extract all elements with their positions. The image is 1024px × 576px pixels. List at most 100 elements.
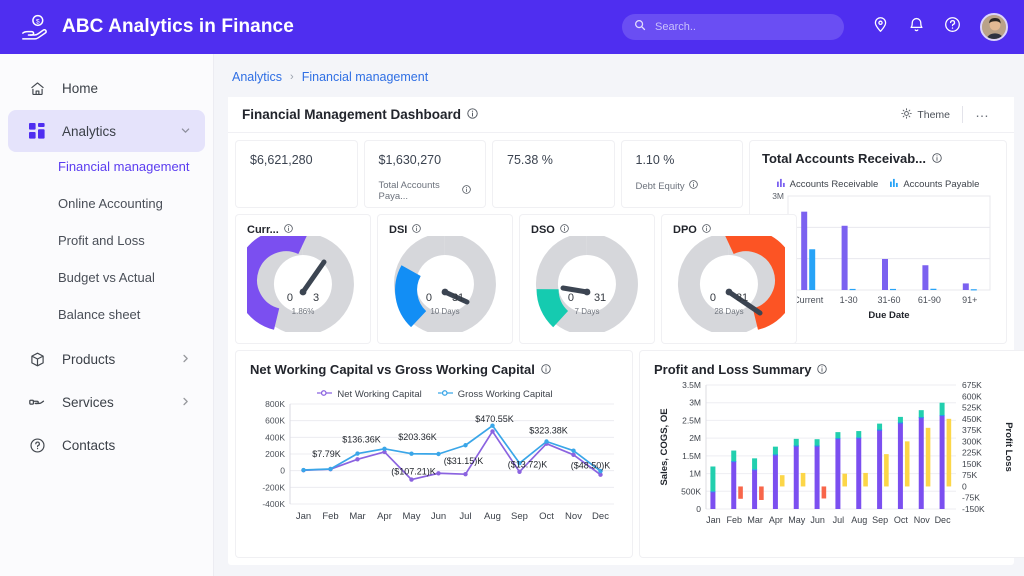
gauge-svg bbox=[393, 236, 496, 332]
gauge-dpo: 0 31 28 Days bbox=[673, 236, 785, 332]
sidebar-subitem-profit-and-loss[interactable]: Profit and Loss bbox=[0, 227, 213, 254]
sidebar-subitem-balance-sheet[interactable]: Balance sheet bbox=[0, 301, 213, 328]
bar-loss bbox=[821, 486, 827, 499]
bar-sales bbox=[710, 491, 716, 509]
bar-oe bbox=[772, 446, 778, 455]
y-axis-tick: 200K bbox=[265, 449, 285, 459]
y-axis-title: Sales, COGS, OE bbox=[659, 408, 670, 485]
bar-cogs bbox=[835, 438, 841, 440]
info-icon[interactable] bbox=[702, 224, 711, 236]
kpi-card-total-accounts-payable[interactable]: $1,630,270 Total Accounts Paya... bbox=[364, 141, 485, 207]
info-icon[interactable] bbox=[932, 151, 942, 166]
data-point bbox=[490, 423, 495, 428]
sidebar-item-contacts[interactable]: Contacts bbox=[8, 424, 205, 466]
info-icon[interactable] bbox=[467, 106, 478, 124]
info-icon[interactable] bbox=[560, 224, 569, 236]
sidebar-subitem-financial-management[interactable]: Financial management bbox=[0, 153, 213, 180]
chart-title: Total Accounts Receivab... bbox=[762, 151, 926, 166]
help-circle-icon[interactable] bbox=[944, 16, 961, 38]
kpi-card-percent[interactable]: 75.38 % bbox=[493, 141, 614, 207]
y-axis-tick: 3M bbox=[689, 398, 701, 408]
gauge-card-current-ratio[interactable]: Curr... 0 3 1.86% bbox=[236, 215, 370, 343]
top-navigation-bar: $ ABC Analytics in Finance bbox=[0, 0, 1024, 54]
info-icon[interactable] bbox=[412, 224, 422, 236]
sidebar-item-services[interactable]: Services bbox=[8, 381, 205, 423]
more-options-icon[interactable]: … bbox=[963, 104, 1000, 126]
search-box[interactable] bbox=[622, 14, 844, 40]
kpi-card-total-accounts-receivable[interactable]: $6,621,280 bbox=[236, 141, 357, 207]
search-input[interactable] bbox=[655, 21, 832, 33]
bar-oe bbox=[731, 450, 737, 462]
breadcrumb-separator: › bbox=[290, 71, 294, 83]
info-icon[interactable] bbox=[462, 185, 471, 197]
info-icon[interactable] bbox=[284, 224, 293, 236]
kpi-label-wrap: Debt Equity bbox=[636, 180, 729, 192]
y-axis-tick: 1.5M bbox=[682, 451, 701, 461]
info-icon[interactable] bbox=[688, 180, 698, 192]
legend-item-accounts-receivable[interactable]: Accounts Receivable bbox=[776, 178, 878, 190]
legend-label: Gross Working Capital bbox=[457, 389, 553, 400]
kpi-label: Debt Equity bbox=[635, 180, 685, 192]
chevron-right-icon[interactable] bbox=[180, 352, 191, 367]
bar-sales bbox=[897, 422, 903, 509]
data-point bbox=[463, 443, 468, 448]
theme-button[interactable]: Theme bbox=[889, 105, 962, 125]
data-point bbox=[301, 467, 306, 473]
bar-accounts-receivable bbox=[922, 265, 929, 290]
x-axis-tick: 91+ bbox=[962, 295, 977, 305]
legend-item-accounts-payable[interactable]: Accounts Payable bbox=[890, 178, 979, 190]
bar-oe bbox=[793, 438, 799, 446]
x-axis-tick: 31-60 bbox=[877, 295, 900, 305]
bar-sales bbox=[752, 469, 758, 509]
kpi-row: $6,621,280 $1,630,270 Total Accounts Pay… bbox=[236, 141, 742, 207]
gauge-title-wrap: DPO bbox=[673, 224, 785, 236]
breadcrumb-item-financial-management[interactable]: Financial management bbox=[302, 70, 428, 84]
gauge-card-dso[interactable]: DSO 0 31 7 Days bbox=[520, 215, 654, 343]
kpi-card-debt-equity[interactable]: 1.10 % Debt Equity bbox=[621, 141, 742, 207]
x-axis-tick: Dec bbox=[935, 515, 952, 525]
gauge-card-dsi[interactable]: DSI 0 31 10 Days bbox=[378, 215, 512, 343]
bar-accounts-payable bbox=[930, 288, 937, 290]
chevron-down-icon[interactable] bbox=[180, 124, 191, 139]
breadcrumb: Analytics › Financial management bbox=[228, 68, 1014, 97]
sidebar-item-label: Contacts bbox=[62, 437, 116, 453]
data-label: ($31.15)K bbox=[444, 456, 484, 466]
breadcrumb-item-analytics[interactable]: Analytics bbox=[232, 70, 282, 84]
bar-sales bbox=[731, 461, 737, 509]
y2-axis-tick: 450K bbox=[962, 414, 982, 424]
sidebar-item-products[interactable]: Products bbox=[8, 338, 205, 380]
legend-item-net-working-capital[interactable]: Net Working Capital bbox=[317, 389, 422, 400]
location-pin-icon[interactable] bbox=[872, 16, 889, 38]
sidebar-item-home[interactable]: Home bbox=[8, 67, 205, 109]
bar-cogs bbox=[772, 454, 778, 456]
gauge-current-ratio: 0 3 1.86% bbox=[247, 236, 359, 332]
profit-loss-bar-chart: 3.5M3M2.5M2M1.5M1M500K0675K600K525K450K3… bbox=[659, 380, 1014, 525]
search-icon bbox=[634, 18, 646, 36]
x-axis-tick: Nov bbox=[914, 515, 931, 525]
sidebar-subitem-online-accounting[interactable]: Online Accounting bbox=[0, 190, 213, 217]
y-axis-tick: 2M bbox=[689, 433, 701, 443]
chart-card-working-capital[interactable]: Net Working Capital vs Gross Working Cap… bbox=[236, 351, 632, 557]
gauge-title: DSO bbox=[531, 224, 555, 236]
brand: $ ABC Analytics in Finance bbox=[20, 12, 294, 42]
bar-sales bbox=[918, 416, 924, 509]
y2-axis-tick: 600K bbox=[962, 391, 982, 401]
dashboard-row-top: $6,621,280 $1,630,270 Total Accounts Pay… bbox=[228, 141, 1014, 351]
info-icon[interactable] bbox=[541, 362, 551, 377]
chart-card-profit-loss[interactable]: Profit and Loss Summary 3.5M 3M 2.5M 2M 1.5M… bbox=[640, 351, 1024, 557]
info-icon[interactable] bbox=[817, 362, 828, 377]
sidebar-item-analytics[interactable]: Analytics bbox=[8, 110, 205, 152]
x-axis-tick: Jun bbox=[810, 515, 825, 525]
y2-axis-tick: 675K bbox=[962, 380, 982, 390]
gauge-dsi: 0 31 10 Days bbox=[389, 236, 501, 332]
avatar[interactable] bbox=[980, 13, 1008, 41]
bell-icon[interactable] bbox=[908, 16, 925, 38]
legend-item-gross-working-capital[interactable]: Gross Working Capital bbox=[437, 389, 553, 400]
gauge-card-dpo[interactable]: DPO 0 31 28 Days bbox=[662, 215, 796, 343]
data-label: $136.36K bbox=[342, 435, 381, 445]
data-point bbox=[571, 448, 576, 453]
chevron-right-icon[interactable] bbox=[180, 395, 191, 410]
sidebar-subitem-budget-vs-actual[interactable]: Budget vs Actual bbox=[0, 264, 213, 291]
sidebar-item-label: Home bbox=[62, 80, 99, 96]
plot-frame bbox=[787, 195, 991, 291]
